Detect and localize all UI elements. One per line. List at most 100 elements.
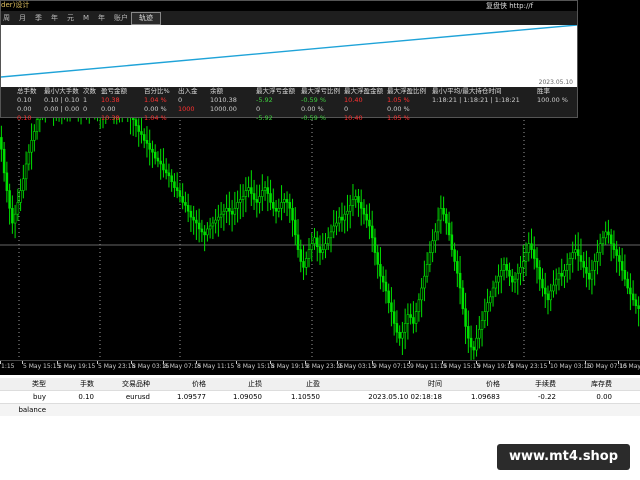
- candle-body: [590, 269, 594, 280]
- menu-item[interactable]: 年: [51, 13, 58, 23]
- time-label: 9 May 03:15: [338, 363, 376, 370]
- stats-header: 最大浮盈金额: [344, 87, 383, 95]
- stats-cell: 0: [83, 105, 88, 113]
- stats-cell: 10.38: [101, 114, 120, 122]
- candle-body: [574, 249, 577, 253]
- candle-body: [623, 269, 627, 280]
- candle-body: [461, 287, 465, 309]
- orders-header: 交易品种: [122, 380, 150, 388]
- orders-header-row: 类型 手数 交易品种 价格 止损 止盈 时间 价格 手续费 库存费: [0, 378, 640, 391]
- order-symbol: eurusd: [125, 393, 150, 401]
- candle-body: [565, 264, 569, 271]
- candle-body: [436, 219, 440, 233]
- order-time: 2023.05.10 02:18:18: [368, 393, 442, 401]
- candle-body: [206, 228, 209, 236]
- candle-body: [211, 222, 215, 227]
- candle-body: [348, 205, 352, 212]
- candle-body: [335, 222, 338, 227]
- candle-body: [250, 187, 253, 194]
- menu-item[interactable]: 元: [67, 13, 74, 23]
- stats-header: 余额: [210, 87, 223, 95]
- candle-body: [445, 213, 448, 224]
- stats-header: 最小/平均/最大持仓时间: [432, 87, 502, 95]
- candle-body: [326, 237, 330, 245]
- candle-body: [203, 231, 206, 236]
- backtest-panel: der)设计 复盘侠 http://f 周 月 季 年 元 M 年 账户 轨迹 …: [0, 0, 578, 122]
- candle-body: [302, 261, 305, 268]
- candle-body: [585, 267, 588, 274]
- stats-cell: 1.05 %: [387, 96, 410, 104]
- menu-item[interactable]: 账户: [114, 13, 128, 23]
- stats-header: 出入金: [178, 87, 198, 95]
- candle-body: [489, 296, 492, 304]
- order-row[interactable]: buy 0.10 eurusd 1.09577 1.09050 1.10550 …: [0, 391, 640, 403]
- candle-body: [343, 213, 346, 221]
- candle-body: [472, 346, 476, 351]
- candle-body: [151, 148, 154, 153]
- candle-body: [368, 219, 371, 227]
- candle-body: [8, 190, 11, 209]
- candle-body: [480, 320, 484, 330]
- stats-cell: 10.40: [344, 96, 363, 104]
- equity-line: [1, 25, 577, 78]
- candle-body: [241, 196, 245, 200]
- candle-body: [464, 308, 467, 327]
- candle-body: [401, 331, 404, 339]
- candle-body: [200, 228, 204, 233]
- candle-body: [222, 210, 226, 215]
- candle-body: [469, 337, 473, 348]
- menu-item[interactable]: 季: [35, 13, 42, 23]
- candle-body: [159, 160, 162, 165]
- candle-body: [505, 264, 509, 271]
- candle-body: [299, 249, 303, 262]
- stats-cell: 1:18:21 | 1:18:21 | 1:18:21: [432, 96, 520, 104]
- equity-plot: 2023.05.10: [1, 25, 577, 87]
- candle-body: [563, 269, 566, 277]
- stats-cell: 1.04 %: [144, 96, 167, 104]
- plot-date-label: 2023.05.10: [538, 79, 573, 86]
- time-label: 1:15: [1, 363, 15, 370]
- candle-body: [192, 216, 195, 221]
- candle-body: [379, 264, 382, 277]
- candle-body: [568, 258, 572, 265]
- track-button[interactable]: 轨迹: [131, 12, 161, 25]
- candle-body: [24, 163, 28, 180]
- candle-body: [214, 219, 217, 224]
- candle-body: [252, 193, 256, 200]
- candle-body: [0, 137, 3, 150]
- stats-cell: 10.38: [101, 96, 120, 104]
- candle-body: [30, 140, 33, 153]
- candle-body: [519, 267, 522, 274]
- candle-body: [431, 240, 434, 253]
- candle-body: [346, 210, 349, 215]
- order-type: buy: [32, 393, 46, 401]
- menu-item[interactable]: 周: [3, 13, 10, 23]
- candle-body: [620, 261, 624, 271]
- menu-item[interactable]: 年: [98, 13, 105, 23]
- menu-item[interactable]: M: [83, 14, 89, 22]
- candle-body: [497, 275, 500, 283]
- candle-body: [376, 252, 379, 265]
- candle-body: [280, 202, 283, 209]
- candle-body: [321, 249, 325, 253]
- candle-body: [318, 246, 322, 253]
- candle-body: [579, 255, 583, 262]
- stats-row: 0.10 10.38 1.04 % -5.92 -0.59 % 10.40 1.…: [1, 114, 577, 123]
- candle-body: [420, 287, 423, 301]
- candle-body: [197, 222, 201, 230]
- candle-body: [612, 243, 616, 250]
- candle-body: [230, 210, 234, 215]
- menu-item[interactable]: 月: [19, 13, 26, 23]
- stats-cell: 1: [83, 96, 88, 104]
- candle-body: [13, 213, 17, 224]
- candle-body: [423, 275, 426, 289]
- candle-body: [365, 213, 368, 221]
- price-chart[interactable]: der)设计 复盘侠 http://f 周 月 季 年 元 M 年 账户 轨迹 …: [0, 0, 640, 360]
- candle-body: [511, 275, 514, 283]
- candle-body: [593, 261, 596, 271]
- candle-body: [598, 243, 602, 253]
- orders-header: 止盈: [306, 380, 320, 388]
- candle-body: [263, 187, 267, 191]
- orders-header: 手续费: [535, 380, 556, 388]
- stats-cell: 0.00 %: [387, 105, 410, 113]
